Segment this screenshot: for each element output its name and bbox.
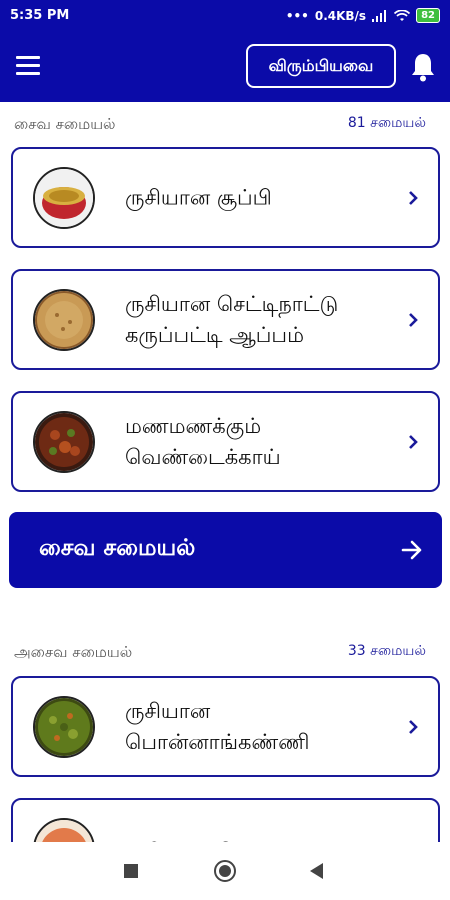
more-dots-icon: ••• <box>285 8 309 23</box>
status-icons: ••• 0.4KB/s 82 <box>286 8 440 23</box>
status-time: 5:35 PM <box>10 8 70 23</box>
recipe-card-soup[interactable]: ருசியான சூப்பி <box>11 147 440 248</box>
veg-section-count: 81 சமையல் <box>347 115 426 131</box>
nonveg-section-title: அசைவ சமையல் <box>14 643 133 661</box>
menu-icon[interactable] <box>16 56 40 76</box>
recipe-card-ponnanganni[interactable]: ருசியான பொன்னாங்கண்ணி <box>11 676 440 777</box>
appam-thumbnail <box>33 289 95 351</box>
recipe-title: மணமணக்கும் வெண்டைக்காய் <box>125 413 281 469</box>
recents-icon[interactable] <box>124 864 138 878</box>
veg-recipes-button[interactable]: சைவ சமையல் <box>9 512 442 588</box>
battery-icon: 82 <box>416 8 440 23</box>
recipe-title: ருசியான சூப்பி <box>125 185 272 209</box>
nonveg-section-count: 33 சமையல் <box>347 643 426 659</box>
veg-recipes-button-label: சைவ சமையல் <box>39 535 196 561</box>
recipe-card-appam[interactable]: ருசியான செட்டிநாட்டு கருப்பட்டி ஆப்பம் <box>11 269 440 370</box>
recipe-title: ருசியான பொன்னாங்கண்ணி <box>125 698 310 754</box>
nonveg-section-header: அசைவ சமையல் 33 சமையல் <box>14 643 426 663</box>
bell-icon[interactable] <box>410 52 436 82</box>
arrow-right-icon <box>401 540 422 560</box>
home-icon[interactable] <box>214 860 236 882</box>
chevron-right-icon <box>409 719 418 734</box>
app-bar: விரும்பியவை <box>0 32 450 102</box>
recipe-card-okra[interactable]: மணமணக்கும் வெண்டைக்காய் <box>11 391 440 492</box>
system-nav-bar <box>0 842 450 900</box>
network-speed: 0.4KB/s <box>314 8 367 23</box>
favorites-button[interactable]: விரும்பியவை <box>246 44 396 88</box>
back-icon[interactable] <box>310 863 323 879</box>
recipe-title: ருசியான செட்டிநாட்டு கருப்பட்டி ஆப்பம் <box>125 291 339 347</box>
wifi-icon <box>394 9 411 21</box>
status-bar: 5:35 PM ••• 0.4KB/s 82 <box>0 0 450 32</box>
chevron-right-icon <box>409 312 418 327</box>
signal-icon <box>372 9 387 22</box>
okra-thumbnail <box>33 411 95 473</box>
soup-thumbnail <box>33 167 95 229</box>
chevron-right-icon <box>409 190 418 205</box>
chevron-right-icon <box>409 434 418 449</box>
veg-section-title: சைவ சமையல் <box>14 115 116 133</box>
ponnanganni-thumbnail <box>33 696 95 758</box>
veg-section-header: சைவ சமையல் 81 சமையல் <box>14 115 426 135</box>
